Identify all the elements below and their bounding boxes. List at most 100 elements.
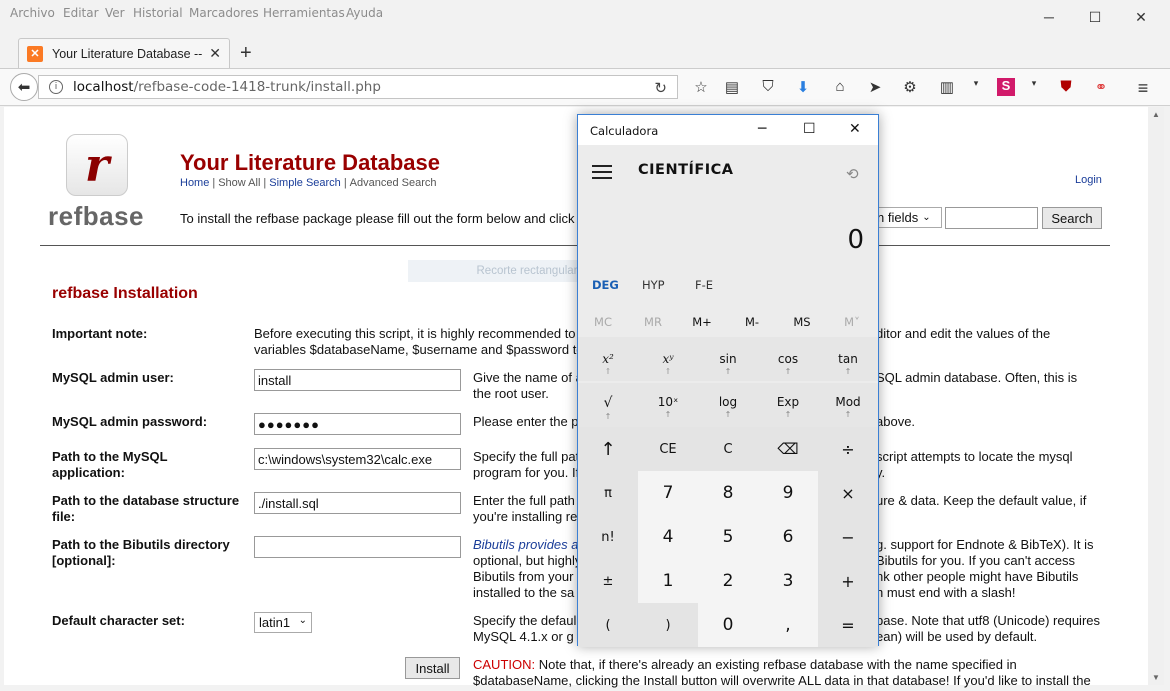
page-scrollbar[interactable]: ▲ ▼ [1148,107,1164,685]
browser-tab[interactable]: ✕ Your Literature Database -- I ✕ [18,38,230,68]
log-button[interactable]: log ↑ [708,395,748,419]
open-paren-button[interactable]: ( [578,603,638,647]
menu-archivo[interactable]: Archivo [10,6,55,20]
nav-home-link[interactable]: Home [180,177,209,189]
digit-0-button[interactable]: 0 [698,603,758,647]
mysql-path-field[interactable]: c:\windows\system32\calc.exe [254,448,461,470]
calculator-titlebar[interactable]: Calculadora ─ ☐ ✕ [578,115,878,145]
sin-button[interactable]: sin ↑ [708,352,748,376]
m-minus-button[interactable]: M- [732,315,772,329]
digit-2-button[interactable]: 2 [698,559,758,603]
stylish-icon[interactable]: S [997,78,1015,96]
digit-1-button[interactable]: 1 [638,559,698,603]
digit-4-button[interactable]: 4 [638,515,698,559]
minimize-button[interactable]: ─ [1026,4,1072,30]
db-structure-path-field[interactable]: ./install.sql [254,492,461,514]
ten-power-button[interactable]: 10ˣ ↑ [648,395,688,419]
maximize-button[interactable]: ☐ [1072,4,1118,30]
mysql-admin-user-field[interactable]: install [254,369,461,391]
digit-9-button[interactable]: 9 [758,471,818,515]
digit-8-button[interactable]: 8 [698,471,758,515]
negate-button[interactable]: ± [578,559,638,603]
backspace-icon[interactable]: ⌫ [758,427,818,471]
reload-icon[interactable]: ↻ [654,79,667,97]
link-extension-icon[interactable]: ⚭ [1091,78,1111,96]
menu-ayuda[interactable]: Ayuda [346,6,383,20]
calc-maximize-icon[interactable]: ☐ [803,121,816,137]
bibutils-path-field[interactable] [254,536,461,558]
exp-button[interactable]: Exp ↑ [768,395,808,419]
back-arrow-icon[interactable]: ⬅ [10,73,38,101]
shift-up-arrow-button[interactable]: ↑ [578,427,638,471]
calc-close-icon[interactable]: ✕ [849,121,861,137]
download-icon[interactable]: ⬇ [793,78,813,96]
new-tab-icon[interactable]: + [240,42,252,65]
refbase-logo-text[interactable]: refbase [48,201,144,232]
charset-select[interactable]: latin1 ⌄ [254,612,312,633]
caution-text: CAUTION: Note that, if there's already a… [473,657,1091,688]
site-info-icon[interactable]: i [49,80,63,94]
tab-close-icon[interactable]: ✕ [209,45,221,62]
install-button[interactable]: Install [405,657,460,679]
factorial-button[interactable]: n! [578,515,638,559]
fe-button[interactable]: F-E [695,278,713,292]
nav-simple-search-link[interactable]: Simple Search [269,177,341,189]
calc-menu-icon[interactable] [592,165,612,179]
digit-6-button[interactable]: 6 [758,515,818,559]
hamburger-menu-icon[interactable]: ≡ [1133,78,1153,99]
search-input[interactable] [945,207,1038,229]
subtract-button[interactable]: − [818,515,878,559]
refbase-logo-icon[interactable]: r [66,134,128,196]
mc-button[interactable]: MC [583,315,623,329]
clear-button[interactable]: C [698,427,758,471]
sqrt-button[interactable]: √ ↑ [588,395,628,421]
bookmark-star-icon[interactable]: ☆ [691,78,711,96]
multiply-button[interactable]: × [818,471,878,515]
menu-editar[interactable]: Editar [63,6,99,20]
memory-list-button[interactable]: M˅ [832,315,872,329]
digit-3-button[interactable]: 3 [758,559,818,603]
send-icon[interactable]: ➤ [865,78,885,96]
close-paren-button[interactable]: ) [638,603,698,647]
square-button[interactable]: x² ↑ [588,352,628,376]
decimal-button[interactable]: , [758,603,818,647]
tan-button[interactable]: tan ↑ [828,352,868,376]
digit-5-button[interactable]: 5 [698,515,758,559]
url-bar[interactable]: i localhost/refbase-code-1418-trunk/inst… [38,75,678,99]
db-structure-path-help: Enter the full path you're installing re [473,493,578,524]
home-icon[interactable]: ⌂ [830,78,850,95]
mysql-admin-password-field[interactable]: ●●●●●●● [254,413,461,435]
login-link[interactable]: Login [1075,174,1102,186]
ce-button[interactable]: CE [638,427,698,471]
angle-deg-button[interactable]: DEG [592,278,619,292]
m-plus-button[interactable]: M+ [682,315,722,329]
pocket-icon[interactable]: ⛉ [758,78,778,95]
pi-button[interactable]: π [578,471,638,515]
extension-icon[interactable]: ⚙ [900,78,920,96]
menu-ver[interactable]: Ver [105,6,125,20]
calc-minimize-icon[interactable]: ─ [758,121,766,137]
history-icon[interactable]: ⟲ [846,165,859,183]
dropdown-chevron-icon[interactable]: ▾ [1024,78,1044,89]
equals-button[interactable]: = [818,603,878,647]
ms-button[interactable]: MS [782,315,822,329]
close-window-button[interactable]: ✕ [1118,4,1164,30]
menu-marcadores[interactable]: Marcadores [189,6,259,20]
search-button[interactable]: Search [1042,207,1102,229]
mod-button[interactable]: Mod ↑ [828,395,868,419]
clipboard-icon[interactable]: ▥ [937,78,957,96]
search-field-select[interactable]: n fields ⌄ [876,207,942,228]
mr-button[interactable]: MR [633,315,673,329]
divide-button[interactable]: ÷ [818,427,878,471]
digit-7-button[interactable]: 7 [638,471,698,515]
menu-herramientas[interactable]: Herramientas [263,6,345,20]
menu-historial[interactable]: Historial [133,6,183,20]
reading-list-icon[interactable]: ▤ [722,78,742,96]
cos-button[interactable]: cos ↑ [768,352,808,376]
add-button[interactable]: + [818,559,878,603]
calculator-window[interactable]: Calculadora ─ ☐ ✕ CIENTÍFICA ⟲ 0 DEG HYP… [577,114,879,647]
dropdown-chevron-icon[interactable]: ▾ [966,78,986,89]
power-button[interactable]: xʸ ↑ [648,352,688,376]
ublock-icon[interactable]: ⛊ [1056,78,1076,95]
hyp-button[interactable]: HYP [642,278,665,292]
